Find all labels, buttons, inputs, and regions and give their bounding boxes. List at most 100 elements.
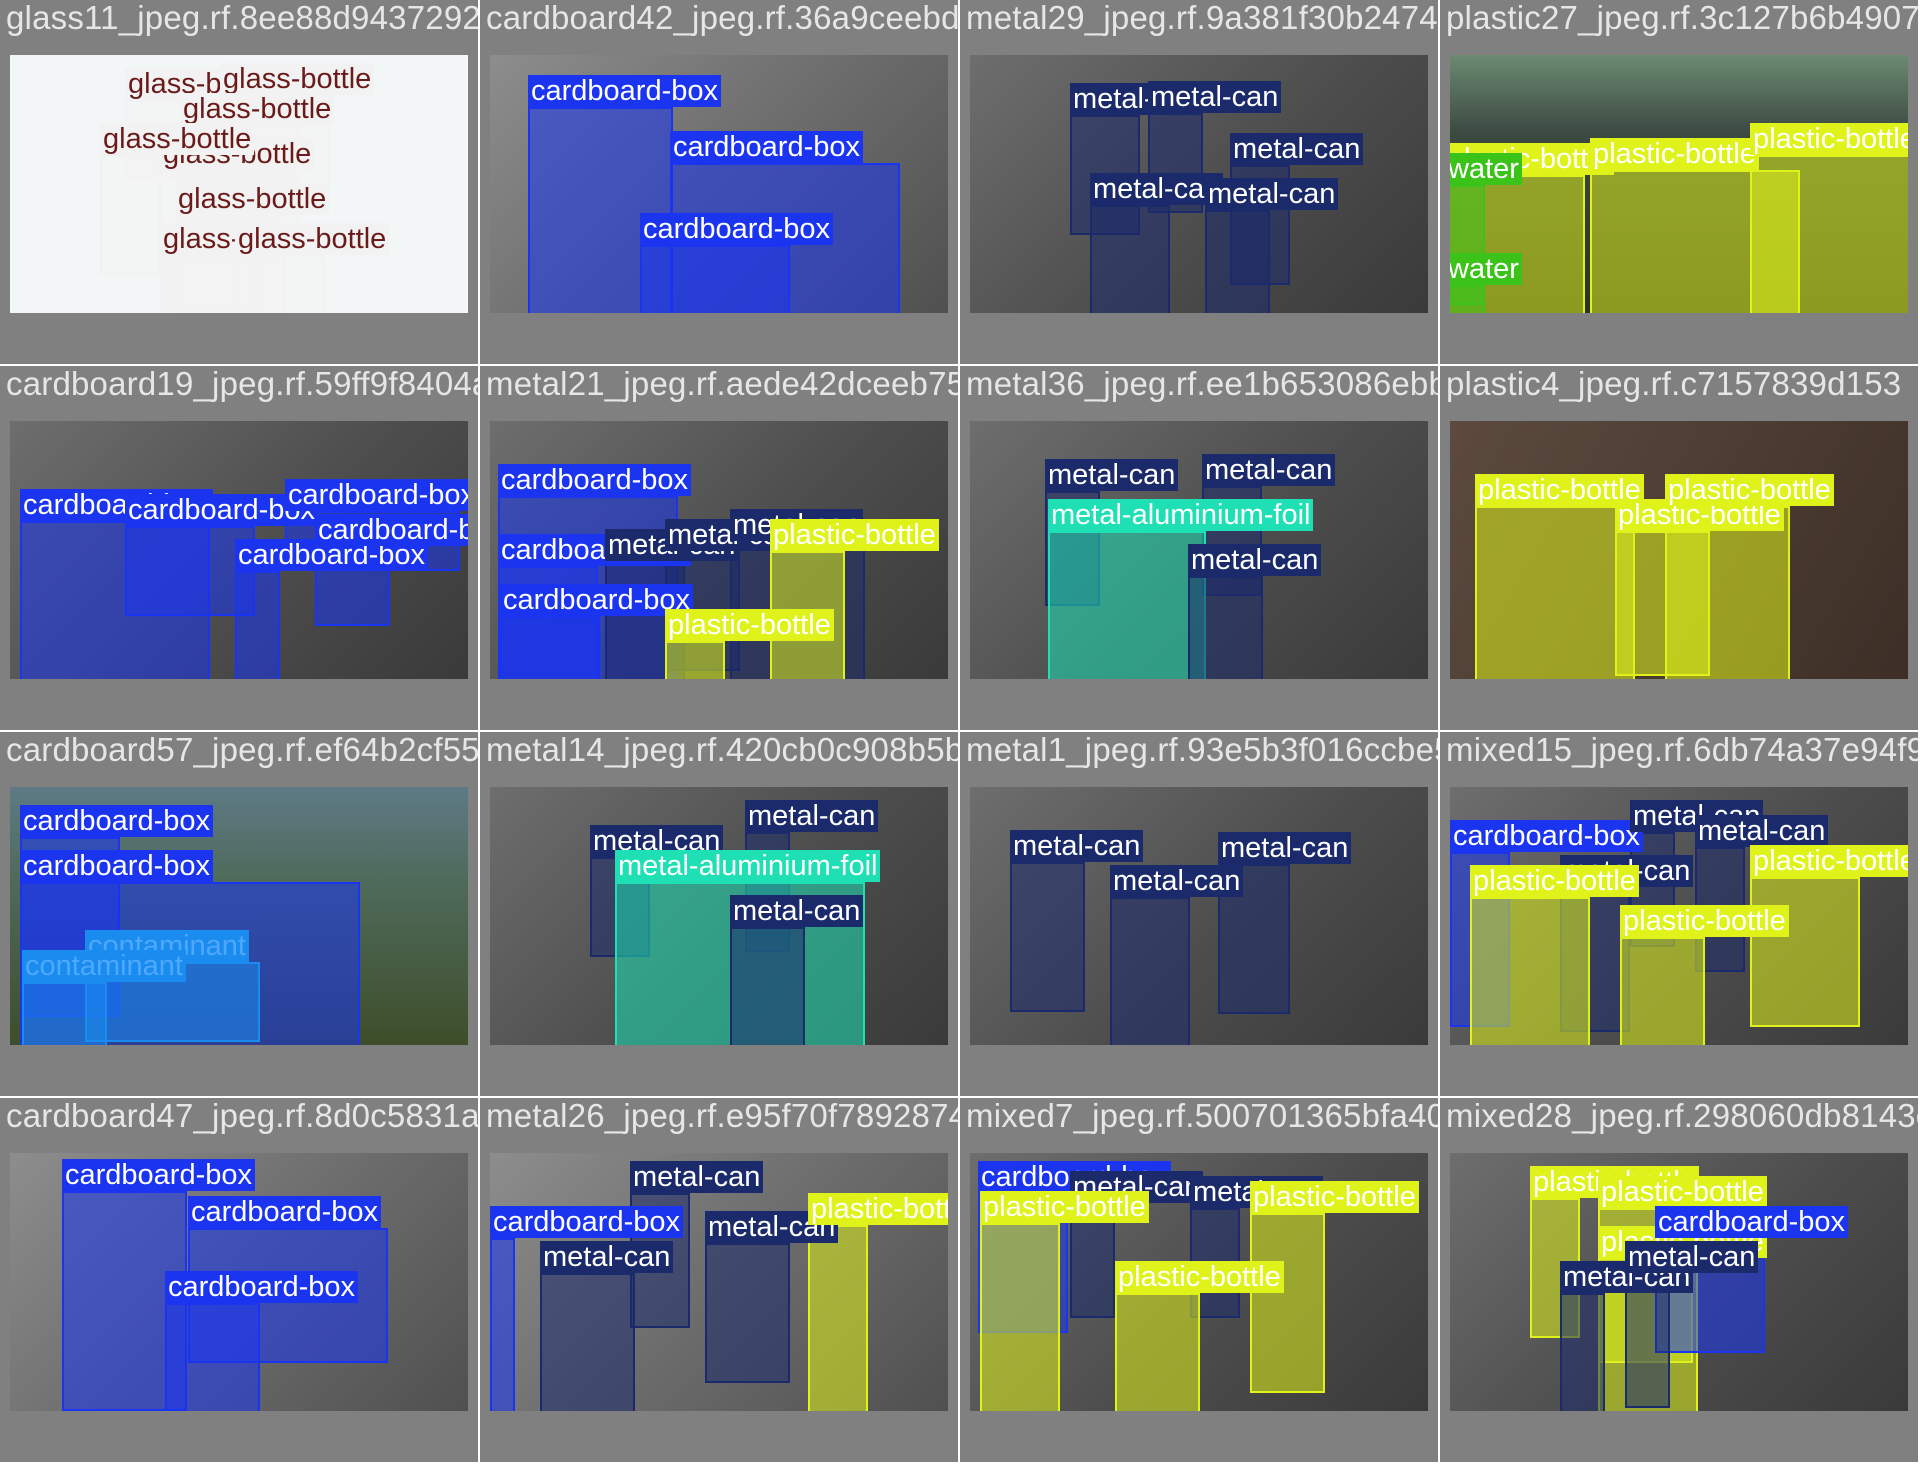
- detection-label: plastic-bottle: [1590, 138, 1759, 170]
- detection-mask: [542, 1275, 633, 1411]
- detection-label: cardboard-box: [285, 479, 468, 511]
- tile-photo: cardboard-box cardboard-box cardboard-box: [490, 55, 948, 313]
- tile-photo: cardboard-boxcardboard-boxcardboard-boxm…: [490, 421, 948, 679]
- detection-label: plastic-bottle: [1665, 474, 1834, 506]
- detection-label: cardboard-box: [1655, 1206, 1848, 1238]
- image-tile: cardboard-box cardboard-box cardboard-box c…: [0, 366, 480, 732]
- detection-label: glass-bottle: [175, 183, 330, 215]
- detection-box: contaminant: [22, 950, 186, 1045]
- detection-box: plastic-bottle: [1470, 865, 1639, 1045]
- detection-label: glass-bottle: [235, 223, 390, 255]
- tile-filename: mixed15_jpeg.rf.6db74a37e94f9c: [1446, 732, 1920, 768]
- tile-photo: metal-can metal-can metal-can: [970, 787, 1428, 1045]
- detection-box: cardboard-box: [490, 1206, 683, 1411]
- tile-filename: metal29_jpeg.rf.9a381f30b24740d3ead: [966, 0, 1438, 36]
- detection-label: water: [1450, 153, 1522, 185]
- detection-label: cardboard-box: [188, 1196, 381, 1228]
- detection-mask: [1622, 939, 1703, 1045]
- detection-label: cardboard-box: [315, 514, 468, 546]
- tile-photo: metal-can metal-can metal-can metal-can meta…: [970, 55, 1428, 313]
- tile-photo: cardboard-box cardboard-box contaminant con…: [10, 787, 468, 1045]
- image-tile: metal-can metal-can metal-aluminium-foil me…: [960, 366, 1440, 732]
- image-tile: metal-can metal-can metal-aluminium-foil me…: [480, 732, 960, 1098]
- image-tile: metal-can metal-can metal-can metal1_jpeg.r…: [960, 732, 1440, 1098]
- detection-mask: [732, 929, 803, 1045]
- tile-photo: cardboard-box cardboard-box cardboard-box c…: [10, 421, 468, 679]
- detection-label: plastic-bottle: [665, 609, 834, 641]
- detection-box: metal-can: [540, 1241, 674, 1411]
- detection-mask: [707, 1245, 788, 1381]
- detection-mask: [810, 1227, 866, 1411]
- detection-box: plastic-bottle: [808, 1193, 948, 1411]
- detection-label: plastic-bottle: [1115, 1261, 1284, 1293]
- detection-label: cardboard-box: [62, 1159, 255, 1191]
- tile-photo: plastic-bottleplastic-bottleplastic-bott…: [1450, 1153, 1908, 1411]
- detection-box: glass-bottle: [235, 223, 390, 313]
- tile-filename: cardboard57_jpeg.rf.ef64b2cf55b221814ffb: [6, 732, 480, 768]
- tile-filename: plastic4_jpeg.rf.c7157839d153: [1446, 366, 1902, 402]
- tile-filename: metal26_jpeg.rf.e95f70f78928749fe99961: [486, 1098, 958, 1134]
- detection-mask: [1012, 864, 1083, 1010]
- detection-label: metal-can: [1045, 459, 1179, 491]
- tile-photo: metal-can metal-can metal-aluminium-foil me…: [490, 787, 948, 1045]
- detection-box: plastic-bottle: [980, 1191, 1149, 1411]
- prediction-grid: glass-bottle glass-bottle glass-bottle glas…: [0, 0, 1920, 1464]
- tile-photo: metal-can cardboard-box metal-can metal-can…: [490, 1153, 948, 1411]
- detection-box: plastic-bottle: [1750, 845, 1908, 1027]
- detection-label: metal-can: [1230, 133, 1364, 165]
- detection-mask: [102, 157, 158, 273]
- detection-mask: [667, 643, 723, 679]
- detection-mask: [1450, 287, 1483, 313]
- detection-label: metal-can: [1148, 81, 1282, 113]
- tile-filename: metal21_jpeg.rf.aede42dceeb7596ef2319671…: [486, 366, 958, 402]
- image-tile: cardboard-box cardboard-box cardboard-box c…: [480, 0, 960, 366]
- detection-label: cardboard-box: [20, 850, 213, 882]
- tile-photo: metal-can metal-can metal-aluminium-foil me…: [970, 421, 1428, 679]
- tile-photo: cardboard-box cardboard-box cardboard-box: [10, 1153, 468, 1411]
- detection-label: cardboard-box: [640, 213, 833, 245]
- detection-box: plastic-bottle: [1115, 1261, 1284, 1411]
- detection-label: metal-can: [630, 1161, 764, 1193]
- detection-label: plastic-bottle: [1750, 123, 1908, 155]
- tile-filename: mixed28_jpeg.rf.298060db8143e: [1446, 1098, 1920, 1134]
- detection-label: cardboard-box: [670, 131, 863, 163]
- detection-box: metal-can: [1188, 544, 1322, 679]
- detection-label: plastic-bottle: [1250, 1181, 1419, 1213]
- detection-box: metal-can: [705, 1211, 839, 1383]
- detection-label: cardboard-box: [20, 805, 213, 837]
- detection-box: metal-can: [730, 895, 864, 1045]
- detection-label: cardboard-box: [490, 1206, 683, 1238]
- detection-box: metal-can: [1625, 1241, 1759, 1408]
- detection-mask: [1562, 1295, 1603, 1411]
- detection-mask: [1472, 899, 1588, 1045]
- tile-filename: cardboard42_jpeg.rf.36a9ceebd8bca207: [486, 0, 960, 36]
- image-tile: metal-can cardboard-box metal-can metal-can…: [480, 1098, 960, 1464]
- detection-mask: [982, 1225, 1058, 1411]
- image-tile: cardboard-box cardboard-box cardboard-box c…: [0, 1098, 480, 1464]
- detection-label: metal-can: [1010, 830, 1144, 862]
- tile-photo: cardboard-boxmetal-canmetal-canplastic-b…: [970, 1153, 1428, 1411]
- tile-filename: metal1_jpeg.rf.93e5b3f016ccbe5e1f9256e: [966, 732, 1438, 768]
- detection-mask: [1092, 207, 1168, 313]
- tile-filename: metal36_jpeg.rf.ee1b653086ebb698ae107c: [966, 366, 1438, 402]
- detection-box: plastic-bottle: [1250, 1181, 1419, 1393]
- detection-box: plastic-bottle: [1475, 474, 1644, 679]
- detection-label: metal-can: [745, 800, 879, 832]
- detection-label: glass-bottle: [100, 123, 255, 155]
- image-tile: metal-can metal-can metal-can metal-can meta…: [960, 0, 1440, 366]
- detection-label: plastic-bottle: [1620, 905, 1789, 937]
- tile-photo: plastic-bottleplastic-bottleplastic-bott…: [1450, 55, 1908, 313]
- detection-label: metal-can: [1695, 815, 1829, 847]
- detection-box: cardboard-box: [235, 539, 428, 679]
- detection-label: metal-aluminium-foil: [1048, 499, 1314, 531]
- image-tile: plastic-bottleplastic-bottleplastic-bott…: [1440, 0, 1920, 366]
- detection-mask: [1477, 508, 1633, 679]
- detection-label: metal-can: [1090, 173, 1224, 205]
- image-tile: cardboard-boxmetal-canmetal-canplastic-b…: [1440, 732, 1920, 1098]
- detection-label: plastic-bottle: [1598, 1176, 1767, 1208]
- detection-label: metal-can: [730, 895, 864, 927]
- image-tile: plastic-bottleplastic-bottleplastic-bott…: [1440, 1098, 1920, 1464]
- detection-box: plastic-bottle: [665, 609, 834, 679]
- detection-box: water: [1450, 253, 1522, 313]
- detection-label: glass-bottle: [180, 93, 335, 125]
